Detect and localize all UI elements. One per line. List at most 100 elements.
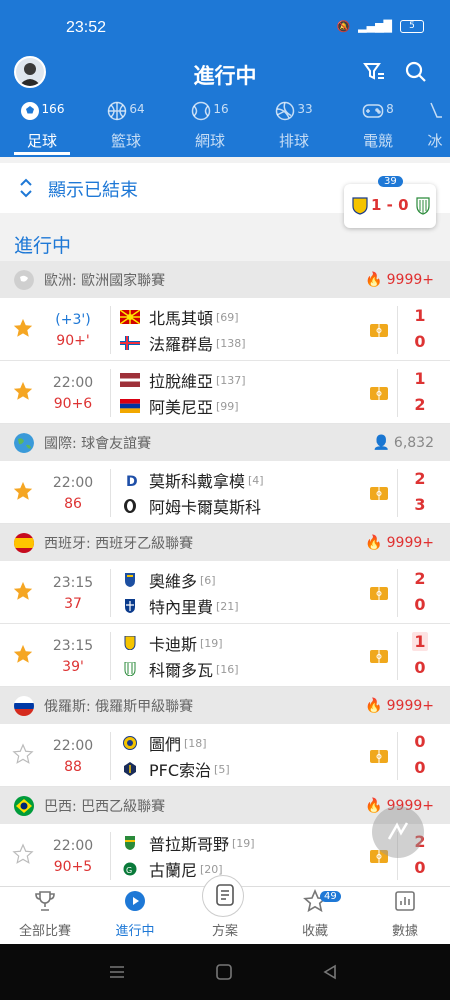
live-field-icon[interactable] [370, 648, 388, 667]
fire-icon: 🔥 [365, 697, 383, 714]
match-row[interactable]: (+3') 90+' 北馬其頓 [69] 法羅群島 [138] 1 0 [0, 298, 450, 361]
heat-indicator: 🔥 9999+ [365, 271, 434, 288]
team-crest-icon [352, 197, 368, 219]
star-outline-icon[interactable] [12, 743, 34, 769]
star-filled-icon[interactable] [12, 643, 34, 669]
away-team: PFC索治 [5] [120, 757, 230, 781]
guarani-crest-icon: G [123, 862, 137, 876]
tab-football[interactable]: 166 足球 [0, 101, 84, 155]
nav-data[interactable]: 數據 [360, 887, 450, 944]
match-row[interactable]: 22:00 90+6 拉脫維亞 [137] 阿美尼亞 [99] 1 2 [0, 361, 450, 424]
live-field-icon[interactable] [370, 385, 388, 404]
fire-icon: 🔥 [365, 271, 383, 288]
search-icon[interactable] [404, 60, 428, 88]
latvia-flag-icon [120, 373, 140, 387]
match-row[interactable]: 23:15 37 奧維多 [6] 特內里費 [21] 2 0 [0, 561, 450, 624]
tab-volleyball[interactable]: 33 排球 [252, 101, 336, 154]
tab-icehockey[interactable]: 冰 [420, 102, 450, 154]
home-team: 普拉斯哥野 [19] [120, 831, 255, 855]
heat-indicator: 🔥 9999+ [365, 697, 434, 714]
europe-flag-icon [14, 269, 34, 290]
cadiz-crest-icon [124, 636, 136, 650]
heat-indicator: 🔥 9999+ [365, 534, 434, 551]
russia-flag-icon [14, 695, 34, 716]
volleyball-icon [275, 101, 295, 125]
show-ended-label: 顯示已結束 [48, 180, 138, 201]
away-team: 法羅群島 [138] [120, 331, 246, 355]
nav-live[interactable]: 進行中 [90, 887, 180, 944]
away-team: 科爾多瓦 [16] [120, 657, 239, 681]
status-bar: 23:52 🔕 ▂▄▆█ 5 [0, 0, 450, 56]
home-team: 奧維多 [6] [120, 568, 216, 592]
fire-icon: 🔥 [365, 534, 383, 551]
play-circle-icon [123, 889, 147, 917]
away-team: 阿姆卡爾莫斯科 [120, 494, 264, 518]
league-header[interactable]: 西班牙: 西班牙乙級聯賽 🔥 9999+ [0, 524, 450, 561]
nav-favorites[interactable]: 49 收藏 [270, 887, 360, 944]
brusque-crest-icon [125, 836, 135, 850]
home-team: 北馬其頓 [69] [120, 305, 239, 329]
star-filled-icon[interactable] [12, 380, 34, 406]
league-header[interactable]: 歐洲: 歐洲國家聯賽 🔥 9999+ [0, 261, 450, 298]
live-field-icon[interactable] [370, 585, 388, 604]
menu-icon[interactable] [108, 964, 126, 984]
star-filled-icon[interactable] [12, 480, 34, 506]
icehockey-icon [427, 101, 443, 125]
home-team: 卡迪斯 [19] [120, 631, 223, 655]
match-row[interactable]: 23:15 39' 卡迪斯 [19] 科爾多瓦 [16] 1 0 [0, 624, 450, 687]
globe-icon [14, 432, 34, 453]
filter-icon[interactable] [362, 60, 386, 88]
tab-tennis[interactable]: 16 網球 [168, 101, 252, 154]
nav-plans[interactable]: 方案 [180, 875, 270, 944]
oviedo-crest-icon [125, 573, 135, 587]
amkar-crest-icon [124, 499, 136, 513]
north-macedonia-flag-icon [120, 310, 140, 324]
bar-chart-icon [393, 889, 417, 917]
tab-esports[interactable]: 8 電競 [336, 102, 420, 154]
league-header[interactable]: 國際: 球會友誼賽 👤 6,832 [0, 424, 450, 461]
league-header[interactable]: 俄羅斯: 俄羅斯甲級聯賽 🔥 9999+ [0, 687, 450, 724]
status-icons: 🔕 ▂▄▆█ 5 [336, 20, 424, 33]
live-field-icon[interactable] [370, 322, 388, 341]
document-icon [214, 883, 236, 911]
faroe-flag-icon [120, 336, 140, 350]
football-icon [20, 101, 40, 125]
app-header: 23:52 🔕 ▂▄▆█ 5 進行中 166 足球 64 籃球 16 網球 33… [0, 0, 450, 157]
tab-basketball[interactable]: 64 籃球 [84, 101, 168, 154]
away-team: 特內里費 [21] [120, 594, 239, 618]
battery-icon: 5 [400, 20, 424, 33]
basketball-icon [107, 101, 127, 125]
back-icon[interactable] [322, 964, 338, 984]
mini-score-value: 1 - 0 [371, 196, 409, 214]
armenia-flag-icon [120, 399, 140, 413]
sport-tabs: 166 足球 64 籃球 16 網球 33 排球 8 電競 冰 [0, 101, 450, 155]
home-team: D 莫斯科戴拿模 [4] [120, 468, 264, 492]
star-filled-icon[interactable] [12, 580, 34, 606]
dynamo-crest-icon: D [126, 474, 138, 487]
cordoba-crest-icon [124, 662, 136, 676]
match-row[interactable]: 22:00 88 圖們 [18] PFC索治 [5] 0 0 [0, 724, 450, 787]
brazil-flag-icon [14, 795, 34, 816]
tennis-icon [191, 101, 211, 125]
spain-flag-icon [14, 532, 34, 553]
mini-score-widget[interactable]: 39 1 - 0 [344, 176, 436, 228]
nav-all-matches[interactable]: 全部比賽 [0, 887, 90, 944]
home-team: 拉脫維亞 [137] [120, 368, 246, 392]
home-team: 圖們 [18] [120, 731, 207, 755]
home-icon[interactable] [216, 964, 232, 984]
match-row[interactable]: 22:00 86 D 莫斯科戴拿模 [4] 阿姆卡爾莫斯科 2 3 [0, 461, 450, 524]
live-field-icon[interactable] [370, 485, 388, 504]
status-time: 23:52 [66, 19, 107, 36]
live-field-icon[interactable] [370, 748, 388, 767]
away-team: 阿美尼亞 [99] [120, 394, 239, 418]
signal-icon: ▂▄▆█ [358, 20, 392, 33]
trophy-icon [33, 889, 57, 917]
tyumen-crest-icon [123, 736, 137, 750]
star-filled-icon[interactable] [12, 317, 34, 343]
floating-assist-button[interactable] [372, 806, 424, 858]
team-crest-icon [416, 197, 430, 219]
fire-icon: 🔥 [365, 797, 383, 814]
star-outline-icon[interactable] [12, 843, 34, 869]
mini-score-minute: 39 [378, 176, 403, 187]
sochi-crest-icon [124, 762, 136, 776]
